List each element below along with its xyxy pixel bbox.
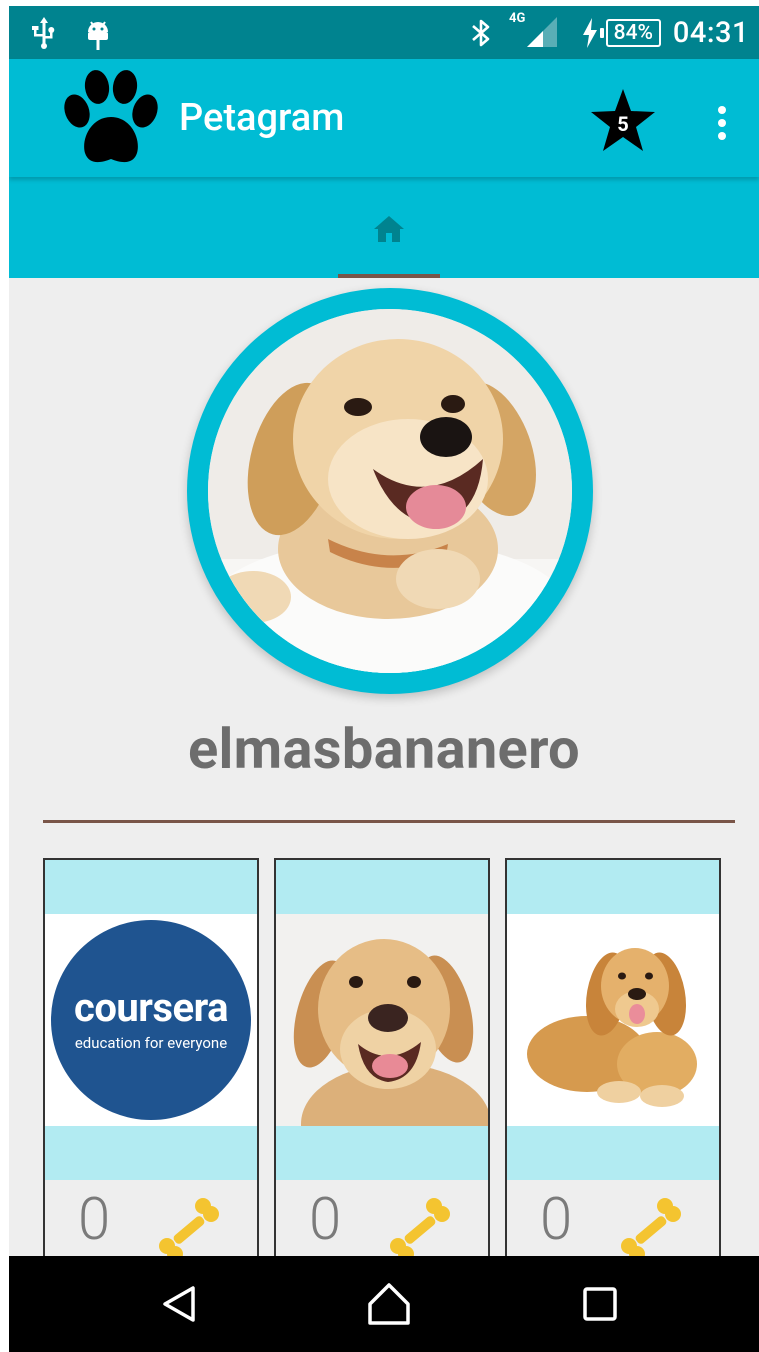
app-title: Petagram <box>179 96 345 140</box>
signal-icon: 4G <box>509 6 558 59</box>
bone-icon[interactable] <box>157 1198 221 1262</box>
back-button[interactable] <box>119 1256 239 1352</box>
divider <box>43 820 735 823</box>
recents-icon <box>583 1287 617 1321</box>
battery-level: 84% <box>605 18 661 47</box>
app-screen: 4G 84% 04:31 Petagram 5 elmasbananero co… <box>9 6 759 1352</box>
pet-card[interactable]: 0 <box>274 858 490 1268</box>
overflow-menu-button[interactable] <box>707 93 737 153</box>
likes-count: 0 <box>78 1186 111 1254</box>
home-nav-button[interactable] <box>329 1256 449 1352</box>
overflow-menu-icon <box>718 106 726 114</box>
labrador-puppy-photo <box>276 914 488 1126</box>
navigation-bar <box>9 1256 759 1352</box>
coursera-logo-text: coursera <box>73 984 229 1031</box>
back-icon <box>163 1286 195 1322</box>
network-type: 4G <box>509 11 526 26</box>
home-icon <box>368 1283 410 1325</box>
tab-home[interactable] <box>338 177 440 278</box>
paw-icon <box>59 69 161 169</box>
profile-username: elmasbananero <box>188 716 580 782</box>
golden-retriever-lying-photo <box>507 914 719 1126</box>
app-bar: Petagram 5 <box>9 59 759 177</box>
tab-indicator <box>338 274 440 278</box>
likes-count: 0 <box>540 1186 573 1254</box>
status-time: 04:31 <box>672 15 749 50</box>
status-bar: 4G 84% 04:31 <box>9 6 759 59</box>
recents-button[interactable] <box>540 1256 660 1352</box>
battery-icon: 84% <box>599 6 661 59</box>
bone-icon[interactable] <box>388 1198 452 1262</box>
android-debug-icon <box>85 6 111 59</box>
pet-card[interactable]: 0 <box>505 858 721 1268</box>
tab-bar <box>9 177 759 278</box>
likes-count: 0 <box>309 1186 342 1254</box>
golden-retriever-puppy-photo <box>208 309 572 673</box>
favorites-button[interactable]: 5 <box>589 87 657 155</box>
pet-card[interactable]: coursera education for everyone 0 <box>43 858 259 1268</box>
coursera-tagline: education for everyone <box>74 1034 228 1052</box>
charging-icon <box>581 6 599 59</box>
bluetooth-icon <box>470 6 492 59</box>
bone-icon[interactable] <box>619 1198 683 1262</box>
home-icon <box>374 216 404 242</box>
favorites-count: 5 <box>617 112 629 136</box>
coursera-logo: coursera education for everyone <box>45 914 257 1126</box>
usb-icon <box>31 6 57 59</box>
profile-avatar <box>187 288 593 694</box>
